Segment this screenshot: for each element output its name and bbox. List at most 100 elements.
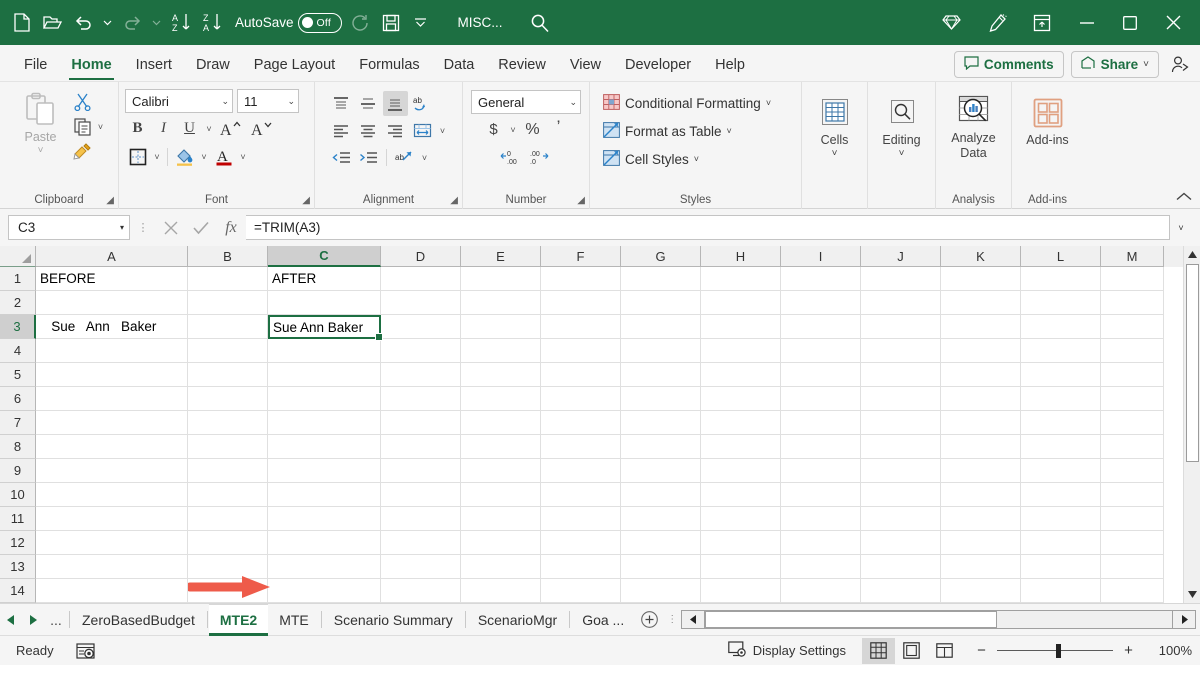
share-button[interactable]: Share ˅ (1071, 51, 1159, 78)
align-center-button[interactable] (356, 118, 381, 143)
row-header-2[interactable]: 2 (0, 291, 36, 315)
cell-E2[interactable] (461, 291, 541, 315)
font-color-button[interactable]: A (211, 144, 236, 169)
cell-L5[interactable] (1021, 363, 1101, 387)
tab-developer[interactable]: Developer (613, 49, 703, 81)
tab-page-layout[interactable]: Page Layout (242, 49, 347, 81)
cell-I1[interactable] (781, 267, 861, 291)
align-left-button[interactable] (329, 118, 354, 143)
expand-formula-bar-icon[interactable]: ˅ (1170, 223, 1192, 233)
row-header-3[interactable]: 3 (0, 315, 36, 339)
orientation-button[interactable]: ab (410, 91, 435, 116)
row-header-7[interactable]: 7 (0, 411, 36, 435)
decrease-decimal-button[interactable]: .00.0 (528, 145, 553, 170)
sheet-tab-scenario-summary[interactable]: Scenario Summary (323, 604, 464, 636)
row-header-6[interactable]: 6 (0, 387, 36, 411)
comments-button[interactable]: Comments (954, 51, 1064, 78)
cell-L3[interactable] (1021, 315, 1101, 339)
column-header-B[interactable]: B (188, 246, 268, 267)
cell-K6[interactable] (941, 387, 1021, 411)
underline-caret-icon[interactable]: ˅ (203, 124, 215, 134)
cell-A9[interactable] (36, 459, 188, 483)
cell-B13[interactable] (188, 555, 268, 579)
horizontal-scrollbar-track[interactable] (705, 610, 1172, 629)
decrease-font-size-button[interactable]: A (247, 116, 277, 141)
cell-M1[interactable] (1101, 267, 1164, 291)
cell-L1[interactable] (1021, 267, 1101, 291)
cell-D13[interactable] (381, 555, 461, 579)
cell-F12[interactable] (541, 531, 621, 555)
tab-view[interactable]: View (558, 49, 613, 81)
cell-C11[interactable] (268, 507, 381, 531)
cell-E1[interactable] (461, 267, 541, 291)
cell-G3[interactable] (621, 315, 701, 339)
maximize-button[interactable] (1109, 0, 1151, 45)
cell-J9[interactable] (861, 459, 941, 483)
tab-formulas[interactable]: Formulas (347, 49, 431, 81)
select-all-corner-icon[interactable] (0, 246, 36, 267)
column-header-D[interactable]: D (381, 246, 461, 267)
cell-F8[interactable] (541, 435, 621, 459)
vertical-scrollbar[interactable] (1183, 246, 1200, 603)
cell-E6[interactable] (461, 387, 541, 411)
cell-C8[interactable] (268, 435, 381, 459)
cell-B1[interactable] (188, 267, 268, 291)
hscroll-right-arrow-icon[interactable] (1172, 610, 1196, 629)
cell-M8[interactable] (1101, 435, 1164, 459)
collapse-ribbon-icon[interactable] (1176, 190, 1192, 204)
minimize-button[interactable] (1064, 0, 1109, 45)
horizontal-scrollbar-thumb[interactable] (705, 611, 997, 628)
cell-K10[interactable] (941, 483, 1021, 507)
cell-L12[interactable] (1021, 531, 1101, 555)
cell-H5[interactable] (701, 363, 781, 387)
increase-indent-button[interactable] (356, 145, 381, 170)
sheet-tab-scenariomgr[interactable]: ScenarioMgr (467, 604, 568, 636)
zoom-in-button[interactable]: + (1122, 642, 1135, 659)
decrease-indent-button[interactable] (329, 145, 354, 170)
autosave-toggle[interactable]: Off (298, 13, 342, 33)
cell-G5[interactable] (621, 363, 701, 387)
cell-E5[interactable] (461, 363, 541, 387)
cell-I12[interactable] (781, 531, 861, 555)
row-header-13[interactable]: 13 (0, 555, 36, 579)
copy-caret-icon[interactable]: ˅ (95, 122, 107, 132)
page-layout-view-button[interactable] (895, 638, 928, 664)
cell-H2[interactable] (701, 291, 781, 315)
formula-bar-grip[interactable]: ⋮ (130, 226, 156, 230)
cell-F5[interactable] (541, 363, 621, 387)
open-folder-icon[interactable] (37, 8, 67, 38)
cell-I3[interactable] (781, 315, 861, 339)
cell-I14[interactable] (781, 579, 861, 603)
cell-B2[interactable] (188, 291, 268, 315)
cell-H1[interactable] (701, 267, 781, 291)
cell-E11[interactable] (461, 507, 541, 531)
cell-D1[interactable] (381, 267, 461, 291)
increase-font-size-button[interactable]: A (216, 116, 246, 141)
cell-I5[interactable] (781, 363, 861, 387)
cell-J10[interactable] (861, 483, 941, 507)
font-color-caret-icon[interactable]: ˅ (237, 152, 249, 162)
cell-H11[interactable] (701, 507, 781, 531)
row-header-11[interactable]: 11 (0, 507, 36, 531)
cell-E12[interactable] (461, 531, 541, 555)
merge-and-center-button[interactable] (410, 118, 435, 143)
cell-G12[interactable] (621, 531, 701, 555)
display-settings-button[interactable]: Display Settings (728, 641, 846, 661)
cell-B5[interactable] (188, 363, 268, 387)
cell-L14[interactable] (1021, 579, 1101, 603)
document-name[interactable]: MISC... (458, 15, 503, 30)
cancel-x-icon[interactable] (156, 215, 186, 240)
insert-function-fx-icon[interactable]: fx (216, 215, 246, 240)
cell-A11[interactable] (36, 507, 188, 531)
row-header-10[interactable]: 10 (0, 483, 36, 507)
vertical-scrollbar-thumb[interactable] (1186, 264, 1199, 462)
row-header-12[interactable]: 12 (0, 531, 36, 555)
first-sheet-arrow-icon[interactable] (0, 605, 22, 635)
column-header-G[interactable]: G (621, 246, 701, 267)
row-header-9[interactable]: 9 (0, 459, 36, 483)
undo-icon[interactable] (68, 8, 98, 38)
conditional-formatting-button[interactable]: Conditional Formatting ˅ (600, 91, 774, 115)
underline-button[interactable]: U (177, 116, 202, 141)
add-sheet-plus-icon[interactable] (635, 611, 663, 628)
cell-C4[interactable] (268, 339, 381, 363)
